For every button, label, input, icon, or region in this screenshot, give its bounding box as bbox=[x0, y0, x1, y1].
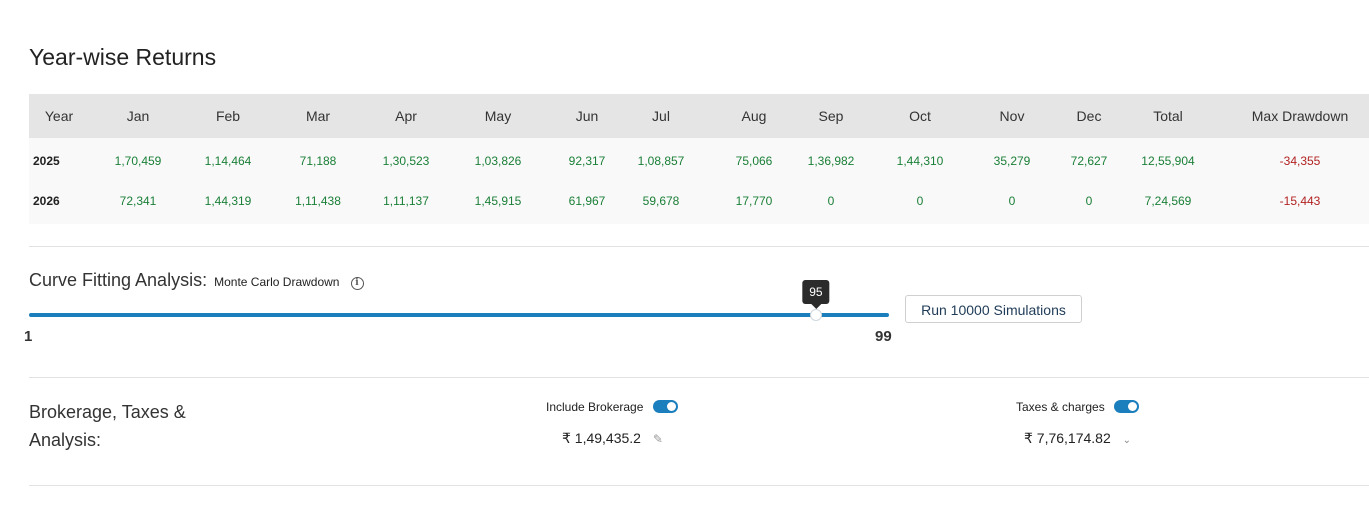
table-cell: 1,11,137 bbox=[383, 194, 429, 208]
section-divider bbox=[29, 377, 1369, 378]
taxes-charges-option: Taxes & charges bbox=[1016, 400, 1140, 414]
section-divider bbox=[29, 485, 1369, 486]
table-cell: 75,066 bbox=[735, 154, 773, 168]
curve-fitting-subtitle: Monte Carlo Drawdown bbox=[214, 275, 340, 289]
slider-min-label: 1 bbox=[24, 328, 33, 345]
table-cell: 1,44,310 bbox=[896, 154, 944, 168]
column-header: Aug bbox=[741, 108, 767, 124]
brokerage-title: Brokerage, Taxes & Analysis: bbox=[29, 402, 186, 450]
table-cell: 35,279 bbox=[993, 154, 1031, 168]
taxes-amount-row[interactable]: ₹ 7,76,174.82 ⌄ bbox=[1024, 430, 1131, 447]
info-icon[interactable]: i bbox=[350, 277, 364, 290]
table-cell: 1,30,523 bbox=[382, 154, 430, 168]
year-wise-returns-title: Year-wise Returns bbox=[29, 44, 217, 70]
table-row: 2026 72,341 1,44,319 1,11,438 1,11,137 1,45,9… bbox=[29, 178, 1369, 218]
column-header: Sep bbox=[818, 108, 844, 124]
table-cell: 17,770 bbox=[735, 194, 773, 208]
table-cell: 61,967 bbox=[568, 194, 606, 208]
include-brokerage-toggle[interactable] bbox=[652, 400, 678, 413]
column-header: Jul bbox=[652, 108, 670, 124]
table-cell: 12,55,904 bbox=[1141, 154, 1195, 168]
column-header: Total bbox=[1153, 108, 1183, 124]
table-cell: 1,44,319 bbox=[204, 194, 252, 208]
column-header: Nov bbox=[999, 108, 1025, 124]
run-simulations-button[interactable]: Run 10000 Simulations bbox=[905, 295, 1082, 323]
table-cell: 0 bbox=[827, 194, 835, 208]
column-header: Apr bbox=[395, 108, 417, 124]
section-divider bbox=[29, 246, 1369, 247]
table-cell: 1,14,464 bbox=[204, 154, 252, 168]
column-header: Dec bbox=[1076, 108, 1102, 124]
table-header: Year Jan Feb Mar Apr May Jun Jul Aug Sep Oct Nov Dec… bbox=[29, 94, 1369, 138]
table-body: 2025 1,70,459 1,14,464 71,188 1,30,523 1,03,8… bbox=[29, 138, 1369, 224]
table-cell: 7,24,569 bbox=[1144, 194, 1192, 208]
include-brokerage-option: Include Brokerage bbox=[546, 400, 678, 414]
edit-icon[interactable]: ✎ bbox=[653, 432, 663, 446]
table-cell: 1,03,826 bbox=[474, 154, 522, 168]
table-cell: 0 bbox=[1085, 194, 1093, 208]
table-cell: 71,188 bbox=[299, 154, 337, 168]
taxes-charges-toggle[interactable] bbox=[1114, 400, 1140, 413]
table-cell: 59,678 bbox=[642, 194, 680, 208]
column-header: Oct bbox=[909, 108, 931, 124]
table-cell: 1,11,438 bbox=[295, 194, 341, 208]
table-cell: 1,45,915 bbox=[474, 194, 522, 208]
curve-fitting-heading: Curve Fitting Analysis: Monte Carlo Draw… bbox=[29, 270, 364, 291]
table-cell: 72,627 bbox=[1070, 154, 1108, 168]
table-cell: 92,317 bbox=[568, 154, 606, 168]
curve-fitting-title: Curve Fitting Analysis: bbox=[29, 270, 208, 290]
slider-thumb[interactable] bbox=[809, 309, 822, 321]
chevron-down-icon[interactable]: ⌄ bbox=[1123, 435, 1131, 446]
table-row: 2025 1,70,459 1,14,464 71,188 1,30,523 1,03,8… bbox=[29, 138, 1369, 178]
confidence-slider-track[interactable] bbox=[29, 309, 889, 321]
table-cell: 0 bbox=[1008, 194, 1016, 208]
slider-max-label: 99 bbox=[875, 328, 892, 345]
column-header: Jan bbox=[126, 108, 150, 124]
slider-value-tooltip: 95 bbox=[802, 280, 830, 309]
table-cell: 1,70,459 bbox=[114, 154, 162, 168]
column-header: Max Drawdown bbox=[1251, 108, 1349, 124]
year-wise-returns-table: Year Jan Feb Mar Apr May Jun Jul Aug Sep Oct Nov Dec… bbox=[29, 94, 1369, 224]
table-cell: 0 bbox=[916, 194, 924, 208]
table-cell: 1,08,857 bbox=[637, 154, 685, 168]
table-cell: -15,443 bbox=[1279, 194, 1321, 208]
year-cell: 2025 bbox=[33, 154, 60, 168]
table-cell: 72,341 bbox=[119, 194, 157, 208]
column-header: May bbox=[484, 108, 512, 124]
toggle-knob bbox=[1128, 402, 1138, 411]
taxes-charges-label: Taxes & charges bbox=[1016, 400, 1105, 414]
toggle-knob bbox=[666, 402, 676, 411]
year-cell: 2026 bbox=[33, 194, 60, 208]
brokerage-amount-row: ₹ 1,49,435.2 ✎ bbox=[562, 430, 663, 447]
column-header: Year bbox=[44, 108, 74, 124]
column-header: Feb bbox=[215, 108, 241, 124]
table-cell: 1,36,982 bbox=[807, 154, 855, 168]
include-brokerage-label: Include Brokerage bbox=[546, 400, 644, 414]
column-header: Jun bbox=[575, 108, 599, 124]
taxes-amount: ₹ 7,76,174.82 bbox=[1024, 430, 1111, 446]
column-header: Mar bbox=[305, 108, 331, 124]
brokerage-amount: ₹ 1,49,435.2 bbox=[562, 430, 641, 446]
table-cell: -34,355 bbox=[1279, 154, 1321, 168]
